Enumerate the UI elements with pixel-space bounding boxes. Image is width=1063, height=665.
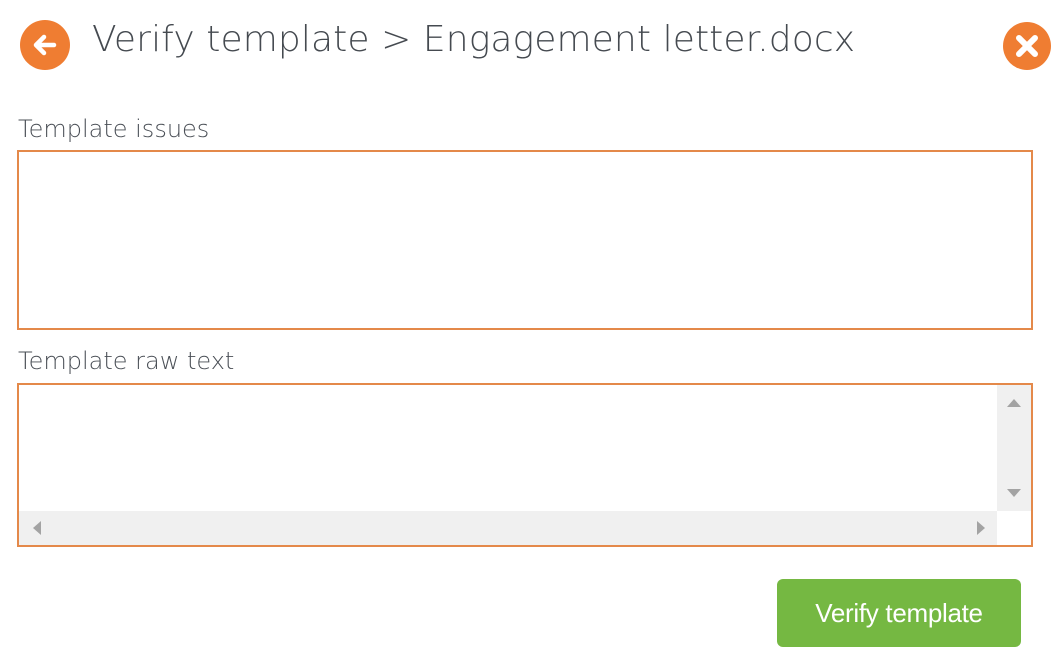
scrollbar-corner <box>997 511 1031 545</box>
arrow-left-icon <box>33 34 57 56</box>
template-raw-text-textarea[interactable] <box>19 385 997 511</box>
template-issues-box <box>17 150 1033 330</box>
template-issues-label: Template issues <box>18 115 210 143</box>
close-icon <box>1016 35 1038 57</box>
scroll-right-arrow-icon[interactable] <box>977 521 985 535</box>
back-button[interactable] <box>20 20 70 70</box>
page-title: Verify template > Engagement letter.docx <box>92 19 856 60</box>
scroll-up-arrow-icon[interactable] <box>1007 399 1021 407</box>
template-raw-text-label: Template raw text <box>18 347 235 375</box>
close-button[interactable] <box>1003 22 1051 70</box>
vertical-scrollbar[interactable] <box>997 385 1031 511</box>
scroll-down-arrow-icon[interactable] <box>1007 489 1021 497</box>
horizontal-scrollbar[interactable] <box>19 511 997 545</box>
dialog-header: Verify template > Engagement letter.docx <box>0 0 1063 90</box>
verify-template-button[interactable]: Verify template <box>777 579 1021 647</box>
template-raw-text-box <box>17 383 1033 547</box>
template-issues-textarea[interactable] <box>19 152 1031 328</box>
scroll-left-arrow-icon[interactable] <box>33 521 41 535</box>
raw-text-content <box>19 385 997 511</box>
